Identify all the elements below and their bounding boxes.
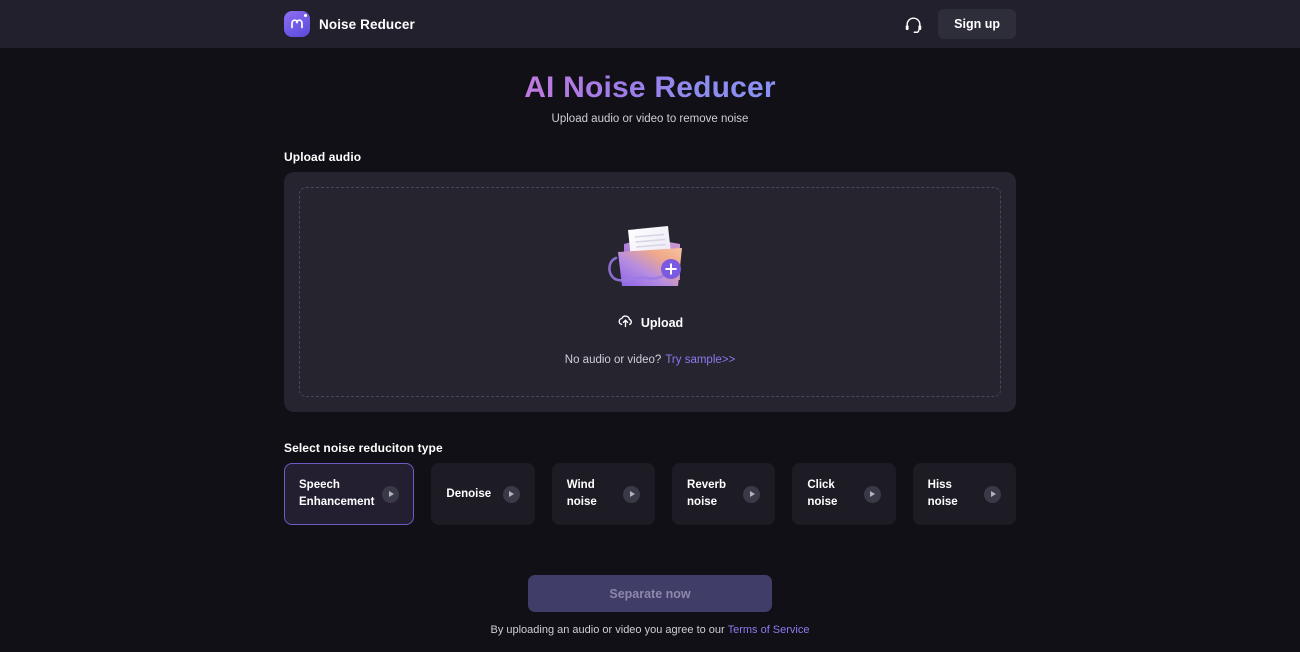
play-triangle (389, 491, 395, 497)
try-sample-link[interactable]: Try sample>> (665, 354, 735, 366)
play-icon[interactable] (502, 485, 520, 503)
separate-now-button[interactable]: Separate now (528, 575, 772, 612)
noise-type-card[interactable]: Reverb noise (672, 463, 776, 525)
play-icon[interactable] (863, 485, 881, 503)
footer-actions: Separate now By uploading an audio or vi… (0, 575, 1300, 636)
play-icon[interactable] (382, 485, 400, 503)
play-triangle (750, 491, 756, 497)
logo-accent-dot (303, 14, 307, 17)
sign-up-button[interactable]: Sign up (938, 9, 1016, 39)
play-triangle (990, 491, 996, 497)
terms-of-service-link[interactable]: Terms of Service (728, 624, 810, 636)
noise-type-list: Speech Enhancement Denoise Wind noise Rever… (284, 463, 1016, 525)
folder-add-illustration (602, 218, 698, 296)
sample-hint-text: No audio or video? (564, 354, 662, 366)
noise-type-label: Reverb noise (687, 479, 727, 508)
play-triangle (509, 491, 515, 497)
header-actions: Sign up (902, 0, 1016, 48)
sample-hint: No audio or video? Try sample>> (565, 354, 735, 366)
page-title: AI Noise Reducer (524, 71, 776, 104)
upload-dropzone[interactable]: Upload No audio or video? Try sample>> (299, 187, 1001, 397)
noise-type-label: Wind noise (566, 479, 597, 508)
noise-type-card[interactable]: Hiss noise (912, 463, 1016, 525)
noise-type-section-label: Select noise reduciton type (284, 441, 443, 455)
noise-type-label: Speech Enhancement (299, 479, 375, 508)
terms-prefix: By uploading an audio or video you agree… (490, 624, 728, 636)
noise-type-label: Click noise (807, 479, 838, 508)
hero-section: AI Noise Reducer Upload audio or video t… (0, 48, 1300, 125)
upload-button-label: Upload (640, 316, 684, 330)
play-triangle (629, 491, 635, 497)
play-icon[interactable] (983, 485, 1001, 503)
play-icon[interactable] (743, 485, 761, 503)
app-header: Noise Reducer Sign up (0, 0, 1300, 48)
noise-type-label: Hiss noise (927, 479, 958, 508)
noise-type-card[interactable]: Wind noise (551, 463, 656, 525)
noise-type-section: Select noise reduciton type Speech Enhan… (284, 441, 1016, 525)
upload-button[interactable]: Upload (617, 312, 683, 334)
m-logo-icon (284, 11, 310, 37)
upload-section-label: Upload audio (284, 150, 362, 164)
play-triangle (870, 491, 876, 497)
upload-section: Upload audio Upload No audio or video? T… (284, 150, 1016, 412)
terms-notice: By uploading an audio or video you agree… (0, 624, 1300, 636)
play-icon[interactable] (623, 485, 641, 503)
headset-icon[interactable] (902, 13, 924, 35)
cloud-upload-icon (617, 312, 634, 334)
upload-panel: Upload No audio or video? Try sample>> (284, 172, 1016, 412)
noise-type-card[interactable]: Denoise (431, 463, 535, 525)
brand-name: Noise Reducer (319, 16, 415, 32)
noise-type-card[interactable]: Click noise (792, 463, 896, 525)
noise-type-card[interactable]: Speech Enhancement (284, 463, 415, 525)
page-subtitle: Upload audio or video to remove noise (551, 113, 749, 125)
noise-type-label: Denoise (446, 487, 492, 500)
brand[interactable]: Noise Reducer (284, 11, 415, 37)
